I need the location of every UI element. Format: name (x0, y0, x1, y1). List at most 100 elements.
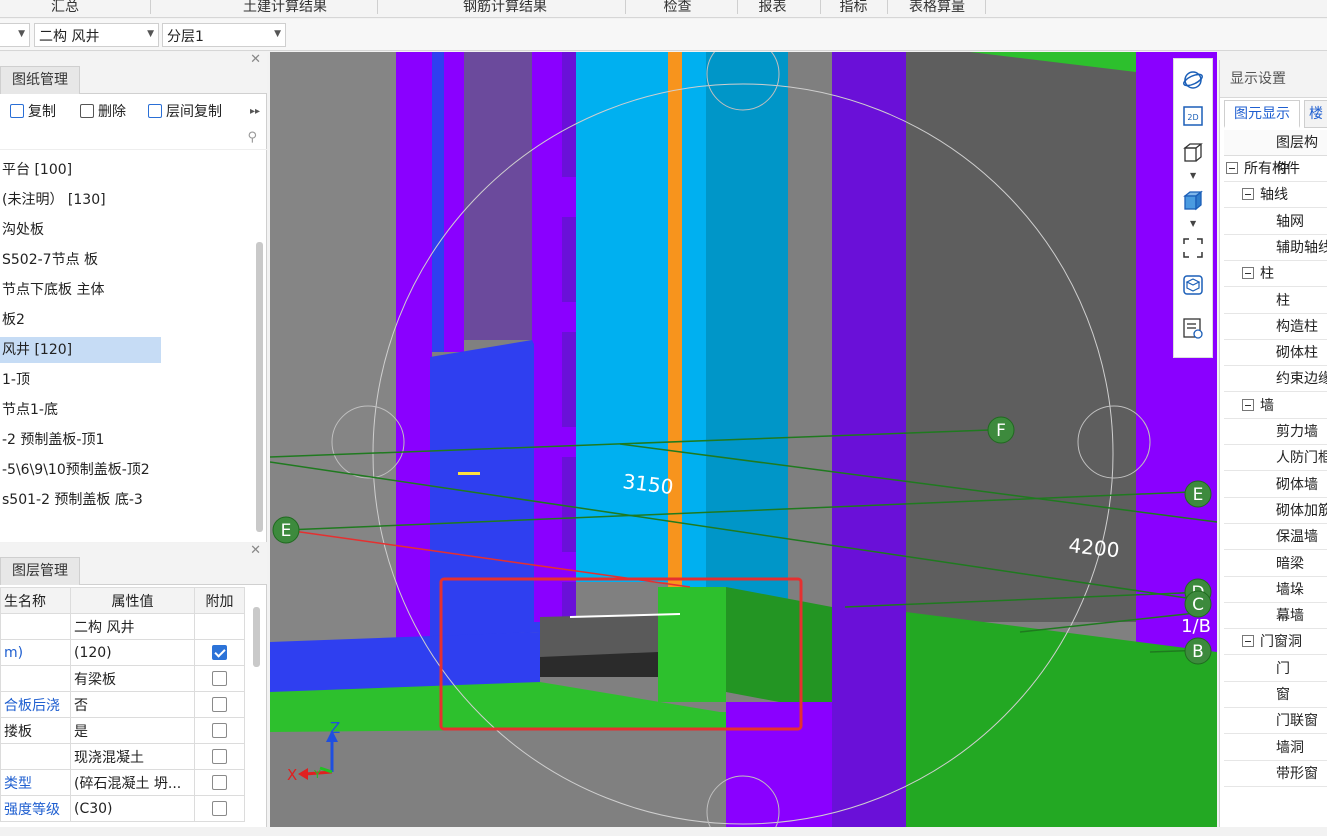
orbit-icon[interactable] (1182, 69, 1204, 91)
table-row[interactable]: m) (120) (0, 639, 245, 666)
tree-row[interactable]: 砌体墙 (1224, 472, 1327, 498)
list-item[interactable]: 节点下底板 主体 (0, 277, 104, 303)
prop-value[interactable]: (120) (70, 639, 195, 666)
tree-row[interactable]: 墙垛 (1224, 577, 1327, 603)
close-icon[interactable]: ✕ (250, 543, 261, 558)
layer-selector[interactable]: 分层1 ▼ (162, 23, 286, 47)
list-item-selected[interactable]: 风井 [120] (0, 337, 161, 363)
prop-value[interactable]: 二构 风井 (70, 613, 195, 640)
tree-item[interactable]: 门 (1276, 656, 1290, 682)
chevron-down-icon[interactable]: ▼ (1190, 219, 1196, 228)
list-item[interactable]: -2 预制盖板-顶1 (0, 427, 104, 453)
tree-item[interactable]: 墙 (1242, 393, 1274, 419)
menu-indicators[interactable]: 指标 (826, 0, 881, 16)
table-row[interactable]: 合板后浇 否 (0, 691, 245, 718)
prop-value[interactable]: 否 (70, 691, 195, 718)
table-row[interactable]: 类型 (碎石混凝土 坍... (0, 769, 245, 796)
tab-layer-management[interactable]: 图层管理 (0, 557, 80, 585)
menu-summary[interactable]: 汇总 (30, 0, 100, 16)
tree-item[interactable]: 带形窗 (1276, 761, 1318, 787)
tree-row[interactable]: 暗梁 (1224, 551, 1327, 577)
2d-view-icon[interactable]: 2D (1182, 105, 1204, 127)
tree-item[interactable]: 砌体柱 (1276, 340, 1318, 366)
close-icon[interactable]: ✕ (250, 52, 261, 67)
delete-button[interactable]: 删除 (80, 100, 126, 122)
tree-row[interactable]: 剪力墙 (1224, 419, 1327, 445)
tree-item[interactable]: 门联窗 (1276, 708, 1318, 734)
display-settings-icon[interactable] (1182, 317, 1204, 339)
tree-row[interactable]: 门联窗 (1224, 708, 1327, 735)
3d-box-icon[interactable] (1182, 141, 1204, 163)
tree-row[interactable]: 门窗洞 (1224, 629, 1327, 656)
list-item[interactable]: 沟处板 (0, 217, 44, 243)
floor-selector[interactable]: 二构 风井 ▼ (34, 23, 159, 47)
checkbox[interactable] (212, 775, 227, 790)
list-item[interactable]: S502-7节点 板 (0, 247, 98, 273)
tab-floor[interactable]: 楼 (1304, 100, 1327, 128)
list-item[interactable]: 平台 [100] (0, 157, 72, 183)
tree-item[interactable]: 人防门框 (1276, 445, 1327, 471)
view-cube-icon[interactable] (1182, 274, 1204, 296)
3d-scene[interactable]: F E D C 1/B B E 3150 4200 Z X Y (270, 52, 1217, 827)
prev-selector[interactable]: ▼ (0, 23, 30, 47)
tree-item[interactable]: 门窗洞 (1242, 629, 1302, 655)
tree-row[interactable]: 柱 (1224, 288, 1327, 314)
menu-report[interactable]: 报表 (745, 0, 800, 16)
tree-item[interactable]: 约束边缘 (1276, 366, 1327, 392)
fit-view-icon[interactable] (1182, 237, 1204, 259)
tree-row[interactable]: 门 (1224, 656, 1327, 682)
tree-row[interactable]: 人防门框 (1224, 445, 1327, 472)
tree-row[interactable]: 幕墙 (1224, 603, 1327, 630)
tree-item[interactable]: 柱 (1242, 261, 1274, 287)
layer-copy-button[interactable]: 层间复制 (148, 100, 222, 122)
tree-row[interactable]: 墙洞 (1224, 735, 1327, 761)
tree-row[interactable]: 所有构件 (1224, 156, 1327, 182)
list-item[interactable]: 1-顶 (0, 367, 30, 393)
collapse-icon[interactable] (1226, 162, 1238, 174)
tree-row[interactable]: 墙 (1224, 393, 1327, 419)
tree-row[interactable]: 砌体柱 (1224, 340, 1327, 367)
tree-row[interactable]: 辅助轴线 (1224, 235, 1327, 261)
checkbox[interactable] (212, 671, 227, 686)
tree-item[interactable]: 砌体加筋 (1276, 498, 1327, 524)
tree-row[interactable]: 砌体加筋 (1224, 498, 1327, 524)
tree-item[interactable]: 窗 (1276, 682, 1290, 708)
prop-value[interactable]: 是 (70, 717, 195, 744)
tree-row[interactable]: 构造柱 (1224, 314, 1327, 340)
more-icon[interactable]: ▸▸ (250, 100, 260, 122)
tab-element-display[interactable]: 图元显示 (1224, 100, 1300, 128)
collapse-icon[interactable] (1242, 398, 1254, 411)
list-item[interactable]: (未注明） [130] (0, 187, 106, 213)
table-row[interactable]: 有梁板 (0, 665, 245, 692)
tree-row[interactable]: 保温墙 (1224, 524, 1327, 551)
tree-row[interactable]: 窗 (1224, 682, 1327, 708)
tree-item[interactable]: 辅助轴线 (1276, 235, 1327, 261)
menu-rebar-results[interactable]: 钢筋计算结果 (445, 0, 565, 16)
tree-item[interactable]: 轴线 (1242, 182, 1288, 208)
tree-row[interactable]: 带形窗 (1224, 761, 1327, 787)
search-icon[interactable]: ⚲ (247, 130, 257, 145)
list-item[interactable]: -5\6\9\10预制盖板-顶2 (0, 457, 150, 483)
list-item[interactable]: 节点1-底 (0, 397, 58, 423)
collapse-icon[interactable] (1242, 188, 1254, 201)
table-row[interactable]: 二构 风井 (0, 613, 245, 640)
tree-row[interactable]: 柱 (1224, 261, 1327, 288)
checkbox[interactable] (212, 749, 227, 764)
table-scrollbar[interactable] (253, 607, 260, 667)
table-row[interactable]: 现浇混凝土 (0, 743, 245, 770)
tree-item[interactable]: 轴网 (1276, 209, 1304, 235)
list-scrollbar[interactable] (256, 242, 263, 532)
collapse-icon[interactable] (1242, 635, 1254, 648)
tree-item[interactable]: 墙洞 (1276, 735, 1304, 761)
prop-value[interactable]: 现浇混凝土 (70, 743, 195, 770)
tree-item[interactable]: 所有构件 (1226, 156, 1300, 182)
table-row[interactable]: 搂板 是 (0, 717, 245, 744)
collapse-icon[interactable] (1242, 267, 1254, 280)
copy-button[interactable]: 复制 (10, 100, 56, 122)
table-row[interactable]: 强度等级 (C30) (0, 795, 245, 822)
menu-check[interactable]: 检查 (650, 0, 705, 16)
list-item[interactable]: s501-2 预制盖板 底-3 (0, 487, 143, 513)
checkbox[interactable] (212, 801, 227, 816)
list-item[interactable]: 板2 (0, 307, 25, 333)
checkbox[interactable] (212, 723, 227, 738)
